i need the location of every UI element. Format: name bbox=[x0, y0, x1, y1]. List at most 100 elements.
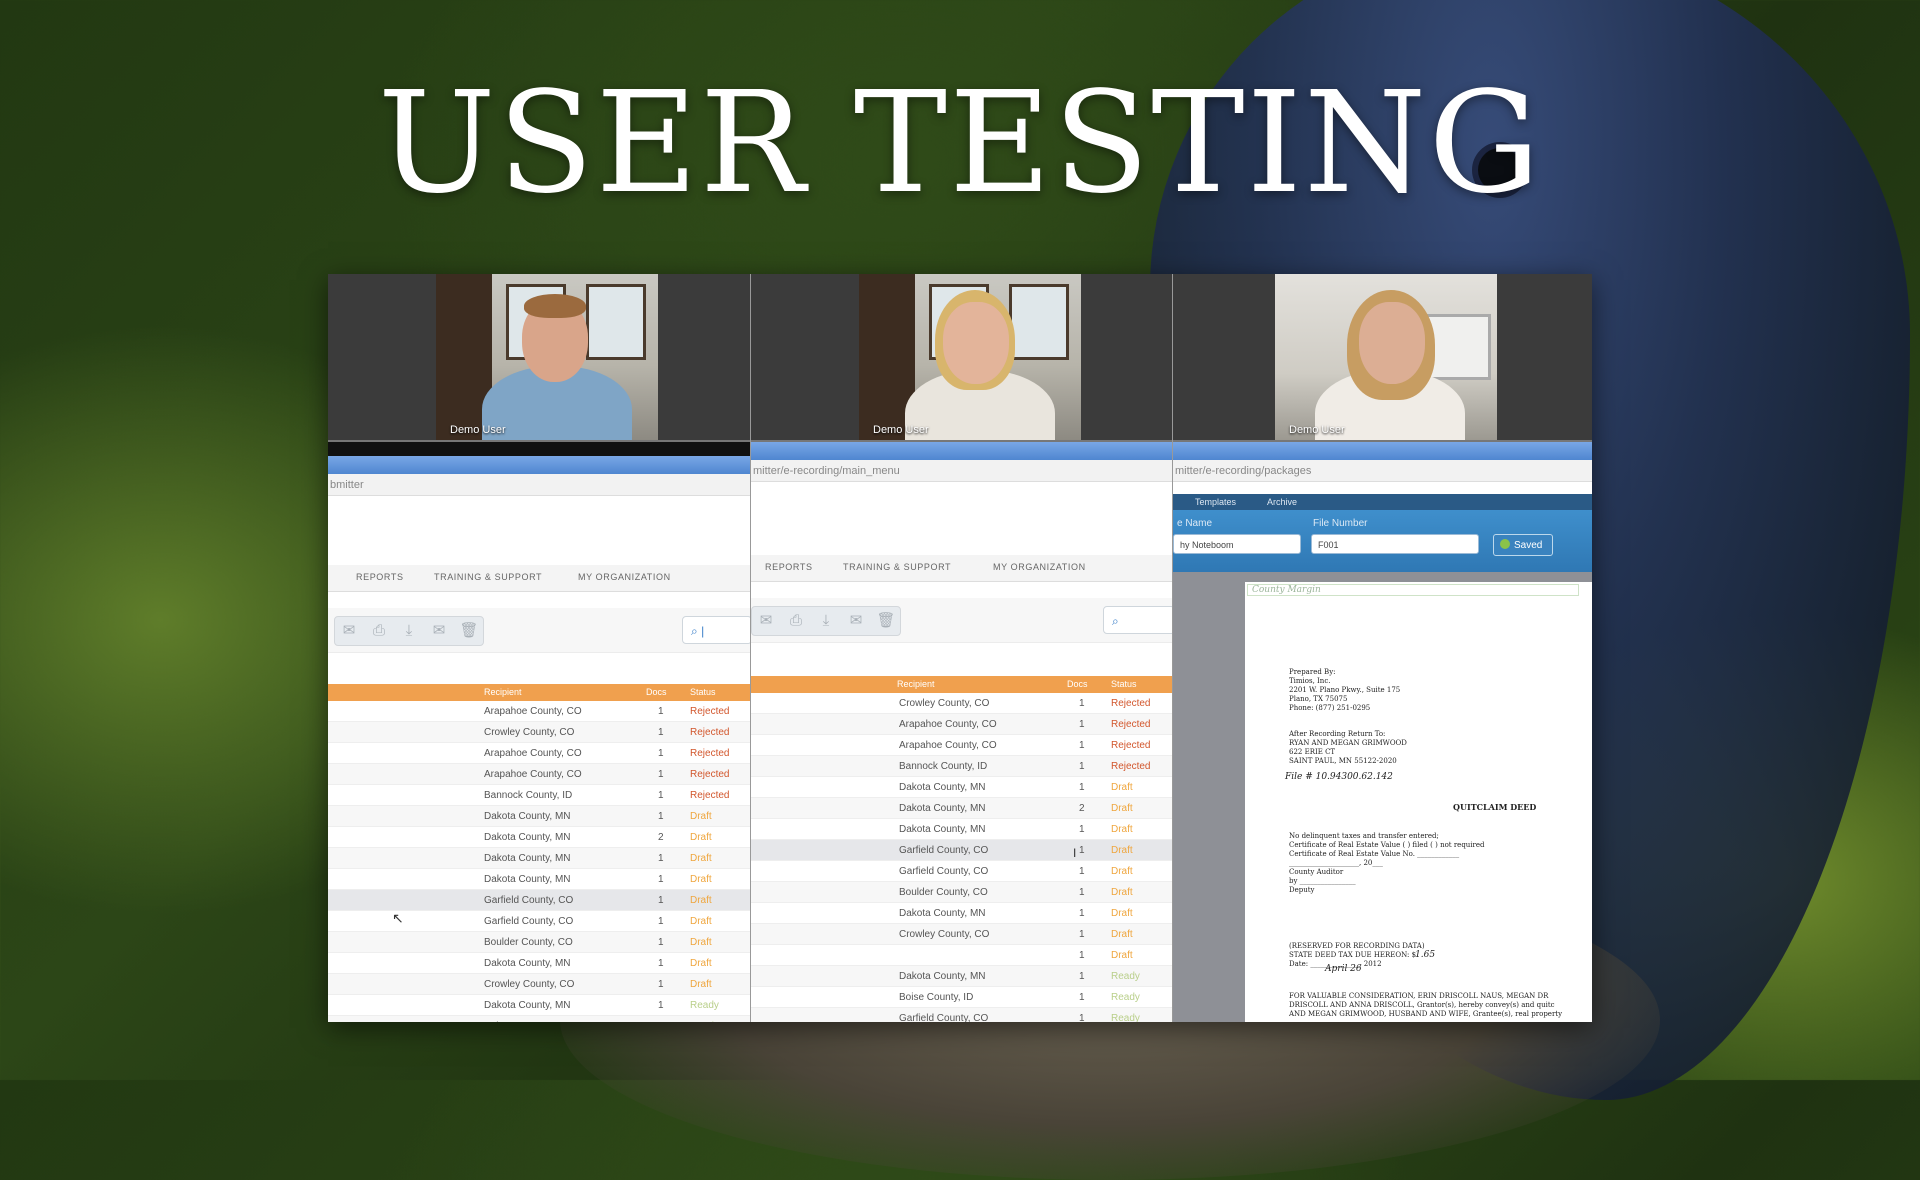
table-row[interactable]: Crowley County, CO 1 Draft bbox=[751, 924, 1173, 945]
nav-training-support[interactable]: TRAINING & SUPPORT bbox=[843, 562, 951, 572]
search-icon: ⌕ bbox=[691, 624, 698, 638]
table-row[interactable]: Garfield County, CO 1 Draft bbox=[751, 840, 1173, 861]
document-menu-bar: Templates Archive bbox=[1173, 494, 1592, 510]
nav-training-support[interactable]: TRAINING & SUPPORT bbox=[434, 572, 542, 582]
table-row[interactable]: Boise County, ID 1 Ready bbox=[751, 987, 1173, 1008]
cell-docs: 1 bbox=[1079, 719, 1085, 730]
text-cursor-icon: I bbox=[1073, 846, 1077, 860]
table-row[interactable]: Boulder County, CO 1 Draft bbox=[751, 882, 1173, 903]
table-row[interactable]: Dakota County, MN 1 Ready bbox=[751, 966, 1173, 987]
table-row[interactable]: Arapahoe County, CO 1 Rejected bbox=[328, 764, 750, 785]
browser-tab-bar[interactable] bbox=[1173, 442, 1592, 460]
table-row[interactable]: Dakota County, MN 1 Draft bbox=[328, 869, 750, 890]
cell-status: Draft bbox=[690, 958, 712, 969]
col-status[interactable]: Status bbox=[690, 687, 716, 697]
table-row[interactable]: Arapahoe County, CO 1 Rejected bbox=[751, 735, 1173, 756]
open-envelope-icon[interactable]: ✉ bbox=[846, 613, 866, 629]
print-icon[interactable]: ⎙ bbox=[786, 613, 806, 629]
saved-button[interactable]: Saved bbox=[1493, 534, 1553, 556]
cell-docs: 1 bbox=[658, 1021, 664, 1022]
table-row[interactable]: Crowley County, CO 1 Draft bbox=[328, 974, 750, 995]
nav-my-organization[interactable]: MY ORGANIZATION bbox=[993, 562, 1086, 572]
table-row[interactable]: Garfield County, CO 1 Draft bbox=[751, 861, 1173, 882]
cell-recipient: Crowley County, CO bbox=[899, 698, 990, 709]
cell-status: Ready bbox=[1111, 971, 1140, 982]
table-row[interactable]: Garfield County, CO 1 Ready bbox=[751, 1008, 1173, 1022]
trash-icon[interactable]: 🗑 bbox=[876, 613, 896, 629]
table-row[interactable]: Crowley County, CO 1 Rejected bbox=[328, 722, 750, 743]
document-viewer[interactable]: County Margin Prepared By: Timios, Inc. 22… bbox=[1173, 572, 1592, 1022]
search-input[interactable]: ⌕ | bbox=[682, 616, 750, 644]
address-bar[interactable]: bmitter bbox=[328, 474, 750, 496]
table-row[interactable]: Dakota County, MN 1 Draft bbox=[751, 777, 1173, 798]
package-name-input[interactable]: hy Noteboom bbox=[1173, 534, 1301, 554]
table-header: Recipient Docs Status bbox=[751, 676, 1173, 693]
download-icon[interactable]: ⤓ bbox=[399, 623, 419, 639]
app-banner bbox=[328, 497, 750, 565]
table-row[interactable]: Garfield County, CO 1 Draft bbox=[328, 890, 750, 911]
cell-docs: 1 bbox=[658, 769, 664, 780]
col-recipient[interactable]: Recipient bbox=[484, 687, 522, 697]
cell-docs: 1 bbox=[1079, 992, 1085, 1003]
email-icon[interactable]: ✉ bbox=[756, 613, 776, 629]
file-number-input[interactable]: F001 bbox=[1311, 534, 1479, 554]
table-row[interactable]: Dakota County, MN 1 Draft bbox=[751, 819, 1173, 840]
cell-status: Draft bbox=[1111, 782, 1133, 793]
email-icon[interactable]: ✉ bbox=[339, 623, 359, 639]
session-panel-1: Demo User bmitter REPORTS TRAINING & SUP… bbox=[328, 274, 750, 1022]
nav-reports[interactable]: REPORTS bbox=[765, 562, 813, 572]
table-row[interactable]: Dakota County, MN 1 Ready bbox=[328, 995, 750, 1016]
table-row[interactable]: Bannock County, ID 1 Rejected bbox=[751, 756, 1173, 777]
cell-recipient: Dakota County, MN bbox=[484, 853, 571, 864]
cell-status: Rejected bbox=[1111, 761, 1151, 772]
cell-status: Rejected bbox=[1111, 698, 1151, 709]
cell-recipient: Boise County, ID bbox=[899, 992, 974, 1003]
table-row[interactable]: 1 Draft bbox=[751, 945, 1173, 966]
cell-recipient: Dakota County, MN bbox=[899, 824, 986, 835]
table-row[interactable]: Boise County, ID 1 Ready bbox=[328, 1016, 750, 1022]
saved-label: Saved bbox=[1514, 540, 1543, 551]
package-toolbar: ✉ ⎙ ⤓ ✉ 🗑 ⌕ bbox=[751, 598, 1173, 643]
webcam-feed-1: Demo User bbox=[328, 274, 750, 442]
col-docs[interactable]: Docs bbox=[646, 687, 667, 697]
open-envelope-icon[interactable]: ✉ bbox=[429, 623, 449, 639]
table-row[interactable]: Dakota County, MN 1 Draft bbox=[328, 806, 750, 827]
download-icon[interactable]: ⤓ bbox=[816, 613, 836, 629]
trash-icon[interactable]: 🗑 bbox=[459, 623, 479, 639]
package-toolbar: ✉ ⎙ ⤓ ✉ 🗑 ⌕ | bbox=[328, 608, 750, 653]
nav-my-organization[interactable]: MY ORGANIZATION bbox=[578, 572, 671, 582]
menu-archive[interactable]: Archive bbox=[1267, 497, 1297, 507]
print-icon[interactable]: ⎙ bbox=[369, 623, 389, 639]
address-bar[interactable]: mitter/e-recording/main_menu bbox=[751, 460, 1173, 482]
menu-templates[interactable]: Templates bbox=[1195, 497, 1236, 507]
col-status[interactable]: Status bbox=[1111, 679, 1137, 689]
table-row[interactable]: Dakota County, MN 1 Draft bbox=[751, 903, 1173, 924]
webcam-caption: Demo User bbox=[1289, 424, 1345, 436]
table-row[interactable]: Arapahoe County, CO 1 Rejected bbox=[328, 743, 750, 764]
document-text-line: ____________________, 20___ bbox=[1289, 859, 1383, 867]
table-row[interactable]: Dakota County, MN 2 Draft bbox=[751, 798, 1173, 819]
col-recipient[interactable]: Recipient bbox=[897, 679, 935, 689]
col-docs[interactable]: Docs bbox=[1067, 679, 1088, 689]
document-text-line: (RESERVED FOR RECORDING DATA) bbox=[1289, 942, 1425, 950]
toolbar-button-group: ✉ ⎙ ⤓ ✉ 🗑 bbox=[334, 616, 484, 646]
table-row[interactable]: Dakota County, MN 1 Draft bbox=[328, 848, 750, 869]
search-input[interactable]: ⌕ bbox=[1103, 606, 1173, 634]
document-text-line: Deputy bbox=[1289, 886, 1315, 894]
mouse-cursor-icon: ↖ bbox=[392, 910, 404, 926]
browser-tab-bar[interactable] bbox=[751, 442, 1173, 460]
table-row[interactable]: Arapahoe County, CO 1 Rejected bbox=[751, 714, 1173, 735]
nav-reports[interactable]: REPORTS bbox=[356, 572, 404, 582]
browser-tab-bar[interactable] bbox=[328, 456, 750, 474]
table-row[interactable]: Bannock County, ID 1 Rejected bbox=[328, 785, 750, 806]
table-row[interactable]: Dakota County, MN 2 Draft bbox=[328, 827, 750, 848]
cell-status: Draft bbox=[690, 811, 712, 822]
table-row[interactable]: Boulder County, CO 1 Draft bbox=[328, 932, 750, 953]
cell-status: Draft bbox=[690, 937, 712, 948]
table-row[interactable]: Dakota County, MN 1 Draft bbox=[328, 953, 750, 974]
address-bar[interactable]: mitter/e-recording/packages bbox=[1173, 460, 1592, 482]
table-row[interactable]: Arapahoe County, CO 1 Rejected bbox=[328, 701, 750, 722]
table-row[interactable]: Crowley County, CO 1 Rejected bbox=[751, 693, 1173, 714]
cell-status: Draft bbox=[1111, 866, 1133, 877]
cell-status: Draft bbox=[690, 916, 712, 927]
